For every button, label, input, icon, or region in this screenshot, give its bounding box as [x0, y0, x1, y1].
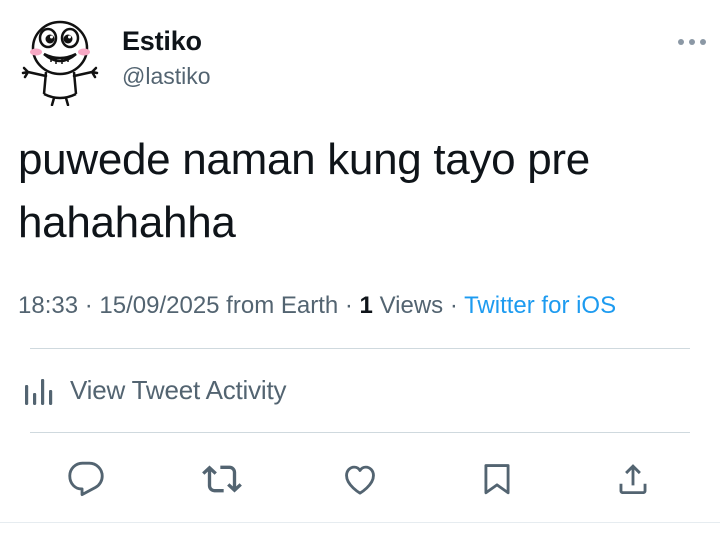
bookmark-button[interactable] — [474, 456, 520, 502]
meta-separator: · — [338, 292, 360, 319]
tweet-text: puwede naman kung tayo pre hahahahha — [18, 135, 590, 247]
tweet-source-link[interactable]: Twitter for iOS — [464, 292, 616, 319]
display-name[interactable]: Estiko — [122, 26, 202, 57]
tweet-card: Estiko @lastiko puwede naman kung tayo p… — [0, 0, 720, 535]
view-tweet-activity-button[interactable]: View Tweet Activity — [22, 370, 287, 410]
tweet-time[interactable]: 18:33 — [18, 292, 78, 319]
bar-chart-icon — [25, 379, 53, 405]
retweet-icon — [202, 465, 242, 493]
reply-button[interactable] — [63, 456, 109, 502]
cartoon-face-avatar-icon — [21, 20, 99, 107]
avatar[interactable] — [14, 10, 110, 107]
tweet-meta: 18:33 · 15/09/2025 from Earth · 1 Views … — [18, 292, 616, 320]
more-dots-icon — [678, 39, 706, 45]
share-button[interactable] — [610, 456, 656, 502]
bottom-divider — [0, 522, 720, 523]
more-options-button[interactable] — [672, 28, 712, 56]
divider — [30, 432, 690, 433]
tweet-date[interactable]: 15/09/2025 — [99, 292, 219, 319]
tweet-location: from Earth — [219, 292, 339, 319]
divider — [30, 348, 690, 349]
retweet-button[interactable] — [199, 456, 245, 502]
user-handle[interactable]: @lastiko — [122, 63, 211, 90]
meta-separator: · — [443, 292, 465, 319]
meta-separator: · — [78, 292, 100, 319]
bookmark-icon — [484, 464, 510, 495]
view-tweet-activity-label: View Tweet Activity — [70, 374, 287, 405]
share-icon — [619, 464, 647, 495]
views-count: 1 — [359, 292, 373, 319]
views-label: Views — [372, 292, 444, 319]
like-icon — [345, 465, 375, 495]
like-button[interactable] — [337, 456, 383, 502]
reply-icon — [68, 461, 104, 497]
